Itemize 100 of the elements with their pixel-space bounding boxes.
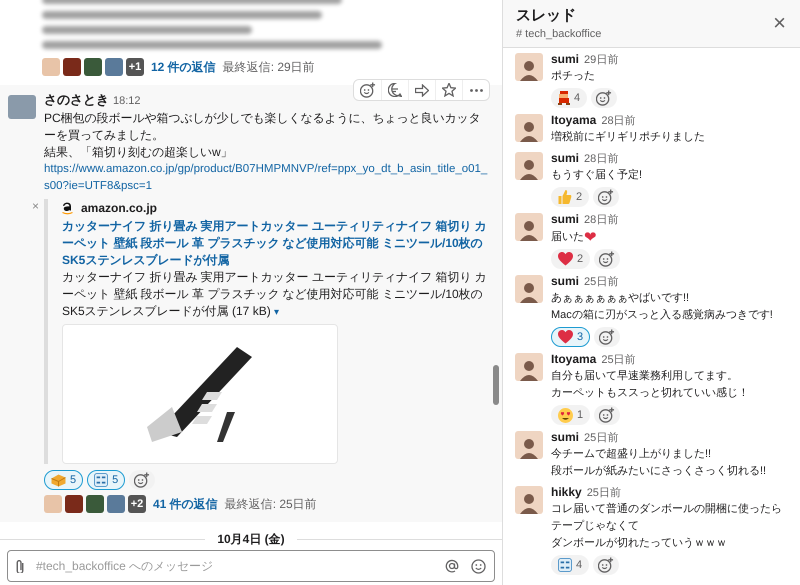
remove-attachment-button[interactable]: × — [32, 199, 40, 213]
message-time[interactable]: 25日前 — [601, 352, 636, 368]
message-time[interactable]: 29日前 — [584, 52, 618, 68]
scrollbar-thumb[interactable] — [493, 365, 499, 405]
product-link[interactable]: https://www.amazon.co.jp/gp/product/B07HMPMNVP/ref=ppx_yo_dt_b_asin_title_o01_s00?ie=UTF8&psc=1 — [44, 161, 490, 195]
reaction-button[interactable]: 1 — [551, 405, 590, 425]
avatar — [515, 213, 543, 241]
attachment-description: カッターナイフ 折り畳み 実用アートカッター ユーティリティナイフ 箱切り カーペット 壁紙 段ボール 革 プラスチック など使用対応可能 ミニツール/10枚のSK5ステンレスブレードが付属 (17 kB) ▾ — [62, 269, 488, 320]
author-name[interactable]: hikky — [551, 484, 582, 500]
message-text: 自分も届いて早速業務利用してます。 — [551, 369, 738, 384]
avatar — [86, 495, 104, 513]
add-reaction-button[interactable] — [593, 187, 620, 207]
mention-icon — [445, 559, 459, 573]
thread-title: スレッド — [516, 6, 577, 26]
add-reaction-icon — [599, 329, 616, 345]
site-logo-icon — [62, 202, 73, 214]
avatar — [515, 53, 543, 81]
message-field[interactable]: #tech_backoffice へのメッセージ — [7, 550, 495, 582]
author-name[interactable]: sumi — [551, 211, 580, 227]
last-reply-time: 最終返信: 29日前 — [222, 59, 315, 76]
avatar — [84, 58, 102, 76]
message-text: ダンボールが切れたっていうｗｗｗ — [551, 536, 727, 551]
message-text: コレ届いて普通のダンボールの開梱に使ったら — [551, 502, 782, 517]
author-name[interactable]: sumi — [551, 273, 580, 289]
author-name[interactable]: sumi — [551, 150, 580, 166]
avatar — [105, 58, 123, 76]
add-reaction-icon — [599, 407, 616, 423]
message-time[interactable]: 25日前 — [584, 274, 618, 290]
heart-emoji: ❤ — [584, 228, 597, 246]
avatar — [44, 495, 62, 513]
avatar — [515, 431, 543, 459]
add-reaction-icon — [598, 189, 614, 205]
message-time[interactable]: 28日前 — [601, 113, 636, 129]
message-text: あぁぁぁぁぁぁやばいです!! — [551, 291, 690, 306]
more-participants-badge: +1 — [126, 58, 144, 76]
add-reaction-button[interactable] — [129, 470, 156, 490]
pixel-character-icon — [558, 91, 570, 105]
message-text: 増税前にギリギリポチりました — [551, 130, 705, 145]
attachment-title-link[interactable]: カッターナイフ 折り畳み 実用アートカッター ユーティリティナイフ 箱切り カーペット 壁紙 段ボール 革 プラスチック など使用対応可能 ミニツール/10枚のSK5ステンレスブレードが付属 — [62, 218, 490, 269]
message-text: Macの箱に刃がスっと入る感覚病みつきです! — [551, 308, 773, 323]
more-participants-badge: +2 — [128, 495, 146, 513]
add-reaction-button[interactable] — [593, 555, 620, 575]
message-text: 段ボールが紙みたいにさっくさっく切れる!! — [551, 464, 766, 479]
star-icon — [442, 83, 456, 97]
last-reply-time: 最終返信: 25日前 — [224, 496, 317, 513]
add-reaction-icon — [599, 251, 616, 267]
paperclip-icon — [16, 560, 24, 572]
message-time[interactable]: 28日前 — [584, 151, 618, 167]
reaction-button[interactable]: 5 — [87, 470, 126, 490]
add-reaction-icon — [360, 82, 376, 98]
site-name: amazon.co.jp — [81, 200, 158, 217]
message-text: 今チームで超盛り上がりました!! — [551, 446, 712, 462]
avatar — [8, 95, 36, 119]
add-reaction-icon — [598, 557, 614, 573]
reaction-button[interactable]: 4 — [551, 88, 588, 108]
replies-link[interactable]: 41 件の返信 — [153, 495, 218, 513]
avatar — [107, 495, 125, 513]
avatar — [515, 152, 543, 180]
add-reaction-button[interactable] — [591, 88, 618, 108]
add-reaction-icon — [134, 472, 150, 488]
message-text: 結果、「箱切り刻むの超楽しいw」 — [44, 144, 234, 161]
author-name[interactable]: sumi — [551, 51, 580, 67]
message-text: ポチった — [551, 69, 595, 84]
author-name[interactable]: さのさとき — [44, 91, 109, 108]
add-reaction-button[interactable] — [594, 327, 620, 347]
thumbs-up-icon — [558, 190, 572, 204]
add-reaction-button[interactable] — [594, 405, 620, 425]
avatar — [65, 495, 83, 513]
heart-icon — [558, 330, 573, 344]
message-text: もうすぐ届く予定! — [551, 168, 642, 183]
custom-emoji-icon — [558, 558, 572, 572]
reaction-button[interactable]: 5 — [44, 470, 84, 490]
message-text: カーペットもススっと切れていい感じ！ — [551, 386, 749, 401]
author-name[interactable]: Itoyama — [551, 351, 596, 367]
avatar — [515, 114, 543, 142]
custom-emoji-icon — [94, 473, 108, 487]
message-text: 届いた — [551, 230, 584, 244]
replies-link[interactable]: 12 件の返信 — [151, 58, 216, 76]
message-time[interactable]: 18:12 — [113, 93, 141, 110]
author-name[interactable]: sumi — [551, 429, 580, 445]
box-emoji-icon — [51, 474, 66, 486]
message-time[interactable]: 25日前 — [584, 430, 618, 446]
more-icon — [470, 88, 482, 92]
avatar — [63, 58, 81, 76]
message-time[interactable]: 25日前 — [586, 485, 621, 501]
channel-name[interactable]: # tech_backoffice — [516, 26, 602, 42]
avatar — [515, 486, 543, 514]
reaction-button[interactable]: 4 — [551, 555, 590, 575]
heart-icon — [558, 252, 573, 266]
close-button[interactable]: × — [773, 12, 786, 34]
reaction-button[interactable]: 2 — [551, 187, 590, 207]
add-reaction-button[interactable] — [594, 249, 620, 269]
author-name[interactable]: Itoyama — [551, 112, 596, 128]
message-time[interactable]: 28日前 — [584, 212, 618, 228]
reaction-button[interactable]: 3 — [551, 327, 590, 347]
message-input[interactable]: #tech_backoffice へのメッセージ — [36, 557, 433, 575]
message-text: PC梱包の段ボールや箱つぶしが少しでも楽しくなるように、ちょっと良いカッターを買ってみました。 — [44, 110, 482, 144]
message-text: テープじゃなくて — [551, 518, 639, 534]
reaction-button[interactable]: 2 — [551, 249, 590, 269]
add-reaction-icon — [596, 90, 612, 106]
